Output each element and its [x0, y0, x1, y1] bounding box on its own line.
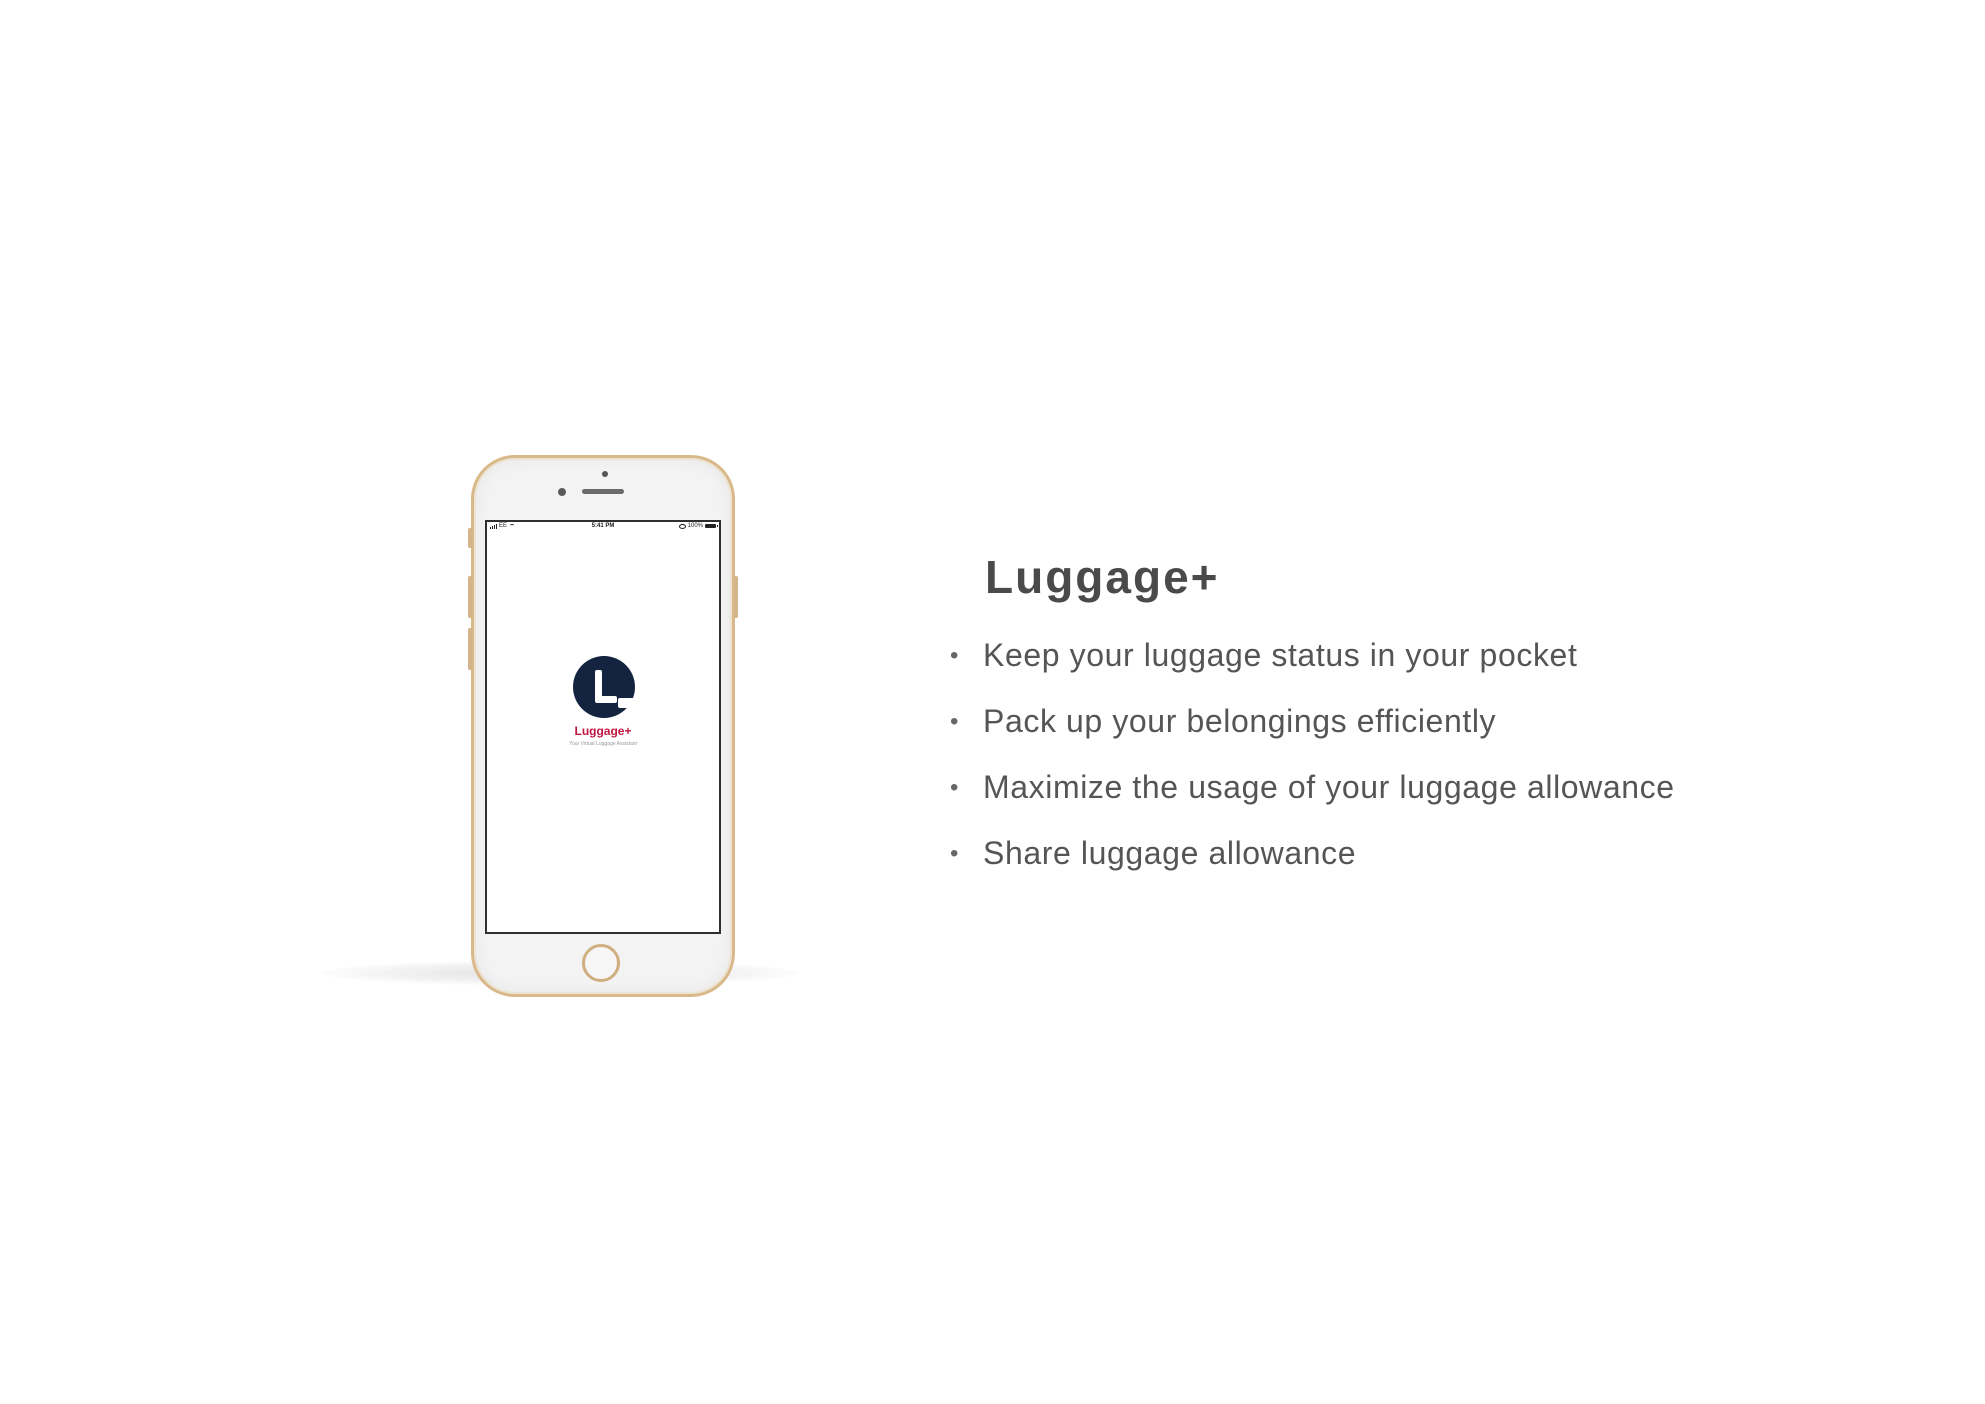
feature-text: Keep your luggage status in your pocket: [983, 637, 1578, 673]
status-bar: EE 5:41 PM 100%: [487, 522, 719, 532]
phone-screen: EE 5:41 PM 100% Luggage+ Your Virtual Lu…: [485, 520, 721, 934]
list-item: • Maximize the usage of your luggage all…: [950, 769, 1675, 835]
volume-down-button: [468, 628, 472, 670]
splash-app-name: Luggage+: [574, 724, 632, 738]
bullet-icon: •: [950, 840, 960, 867]
front-camera-icon: [558, 488, 566, 496]
battery-percent: 100%: [687, 523, 703, 529]
feature-list: • Keep your luggage status in your pocke…: [950, 637, 1675, 901]
bullet-icon: •: [950, 708, 960, 735]
page-title: Luggage+: [985, 551, 1220, 603]
list-item: • Share luggage allowance: [950, 835, 1675, 901]
feature-text: Share luggage allowance: [983, 835, 1357, 871]
earpiece-speaker: [582, 489, 624, 494]
bullet-icon: •: [950, 642, 960, 669]
phone-mockup: EE 5:41 PM 100% Luggage+ Your Virtual Lu…: [468, 455, 738, 997]
mute-switch: [468, 528, 472, 548]
battery-icon: [705, 524, 718, 528]
list-item: • Keep your luggage status in your pocke…: [950, 637, 1675, 703]
bullet-icon: •: [950, 774, 960, 801]
splash-tagline: Your Virtual Luggage Assistant: [569, 741, 637, 747]
eye-icon: [678, 523, 686, 529]
app-logo: [573, 656, 636, 718]
proximity-sensor: [602, 471, 608, 477]
feature-text: Maximize the usage of your luggage allow…: [983, 769, 1675, 805]
feature-text: Pack up your belongings efficiently: [983, 703, 1497, 739]
list-item: • Pack up your belongings efficiently: [950, 703, 1675, 769]
home-button: [582, 944, 620, 982]
power-button: [734, 576, 738, 618]
volume-up-button: [468, 576, 472, 618]
